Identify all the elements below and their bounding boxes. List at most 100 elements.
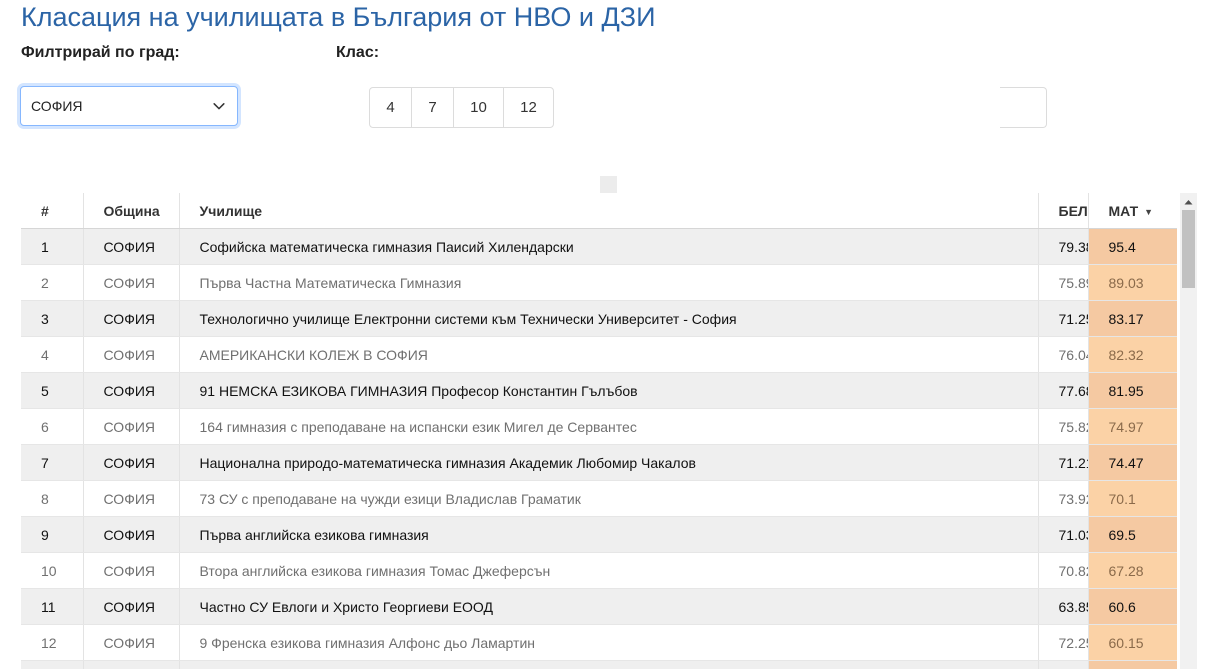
cell-bel: 73.92	[1038, 480, 1089, 517]
cell-municipality: СОФИЯ	[83, 264, 180, 301]
cell-school: 164 гимназия с преподаване на испански е…	[179, 408, 1039, 445]
table-row[interactable]: 4СОФИЯАМЕРИКАНСКИ КОЛЕЖ В СОФИЯ76.0482.3…	[21, 336, 1177, 373]
cell-bel: 72.25	[1038, 624, 1089, 661]
cell-num: 13	[21, 660, 84, 669]
table-row[interactable]: 7 СОФИЯ Национална природо-математическа г…	[21, 444, 1177, 481]
cell-bel: 71.03	[1038, 516, 1089, 553]
cell-mat: 74.47	[1088, 444, 1177, 481]
cell-bel: 79.38	[1038, 228, 1089, 265]
city-filter-label: Филтрирай по град:	[21, 44, 180, 61]
cell-municipality: СОФИЯ	[83, 408, 180, 445]
cell-school: Частно СУ Евлоги и Христо Георгиеви ЕООД	[179, 588, 1039, 625]
grade-button-7[interactable]: 7	[411, 87, 454, 128]
grade-filter-label: Клас:	[336, 44, 380, 61]
page-title: Класация на училищата в България от НВО …	[21, 2, 656, 32]
cell-bel: 77.68	[1038, 372, 1089, 409]
placeholder-square	[600, 176, 617, 193]
table-row[interactable]: 3 СОФИЯ Технологично училище Електронни си…	[21, 300, 1177, 337]
table-row[interactable]: 6 СОФИЯ 164 гимназия с преподаване на испа…	[21, 408, 1177, 445]
cell-bel: 75.82	[1038, 408, 1089, 445]
table-row[interactable]: 13СОФИЯЧастно средно езиково училище Бри…	[21, 660, 1177, 669]
cell-bel: 75.89	[1038, 264, 1089, 301]
cell-bel: 71.21	[1038, 444, 1089, 481]
cell-school: Втора английска езикова гимназия Томас Д…	[179, 552, 1039, 589]
cell-mat: 81.95	[1088, 372, 1177, 409]
scroll-up-arrow-icon[interactable]	[1180, 193, 1197, 210]
cell-num: 5	[21, 372, 84, 409]
cell-school: Първа английска езикова гимназия	[179, 516, 1039, 553]
table-row[interactable]: 5 СОФИЯ 91 НЕМСКА ЕЗИКОВА ГИМНАЗИЯ Професо…	[21, 372, 1177, 409]
city-select-value: СОФИЯ	[31, 98, 83, 114]
cell-num: 8	[21, 480, 84, 517]
cell-bel: 63.85	[1038, 588, 1089, 625]
cell-num: 10	[21, 552, 84, 589]
grade-button-12[interactable]: 12	[503, 87, 554, 128]
grade-button-4[interactable]: 4	[369, 87, 412, 128]
cell-municipality: СОФИЯ	[83, 480, 180, 517]
cell-school: Национална природо-математическа гимнази…	[179, 444, 1039, 481]
cell-mat: 89.03	[1088, 264, 1177, 301]
ranking-table-container: # Община Училище БЕЛ МАТ ▼ 1 СОФИЯ Софийска…	[21, 193, 1177, 669]
cell-municipality: СОФИЯ	[83, 372, 180, 409]
grade-button-10[interactable]: 10	[453, 87, 504, 128]
cell-mat: 83.17	[1088, 300, 1177, 337]
cell-school: 73 СУ с преподаване на чужди езици Влади…	[179, 480, 1039, 517]
table-header-row: # Община Училище БЕЛ МАТ ▼	[21, 193, 1177, 229]
cell-num: 6	[21, 408, 84, 445]
cell-num: 9	[21, 516, 84, 553]
table-row[interactable]: 2 СОФИЯ Първа Частна Математическа Гимнази…	[21, 264, 1177, 301]
cell-num: 7	[21, 444, 84, 481]
cell-mat: 95.4	[1088, 228, 1177, 265]
header-school[interactable]: Училище	[179, 193, 1039, 229]
cell-school: АМЕРИКАНСКИ КОЛЕЖ В СОФИЯ	[179, 336, 1039, 373]
cell-school: 9 Френска езикова гимназия Алфонс дьо Ла…	[179, 624, 1039, 661]
sort-down-icon: ▼	[1144, 206, 1154, 217]
cell-num: 2	[21, 264, 84, 301]
cell-num: 1	[21, 228, 84, 265]
cell-municipality: СОФИЯ	[83, 552, 180, 589]
table-row[interactable]: 11 СОФИЯ Частно СУ Евлоги и Христо Георгие…	[21, 588, 1177, 625]
cell-school: Частно средно езиково училище Британика	[179, 660, 1039, 669]
cell-bel: 71.25	[1038, 300, 1089, 337]
table-row[interactable]: 10 СОФИЯ Втора английска езикова гимназия …	[21, 552, 1177, 589]
cell-bel: 66.78	[1038, 660, 1089, 669]
grade-button-group: 4 7 10 12	[369, 87, 554, 128]
cell-mat: 60.15	[1088, 624, 1177, 661]
scrollbar-thumb[interactable]	[1182, 210, 1195, 288]
table-row[interactable]: 9 СОФИЯ Първа английска езикова гимназия 71…	[21, 516, 1177, 553]
header-bel[interactable]: БЕЛ	[1038, 193, 1089, 229]
cell-municipality: СОФИЯ	[83, 336, 180, 373]
cell-bel: 76.04	[1038, 336, 1089, 373]
cell-school: 91 НЕМСКА ЕЗИКОВА ГИМНАЗИЯ Професор Конс…	[179, 372, 1039, 409]
cell-num: 12	[21, 624, 84, 661]
cell-municipality: СОФИЯ	[83, 444, 180, 481]
header-municipality[interactable]: Община	[83, 193, 180, 229]
cell-bel: 70.82	[1038, 552, 1089, 589]
cell-num: 11	[21, 588, 84, 625]
cell-school: Технологично училище Електронни системи …	[179, 300, 1039, 337]
table-row[interactable]: 12 СОФИЯ 9 Френска езикова гимназия Алфонс…	[21, 624, 1177, 661]
cell-school: Първа Частна Математическа Гимназия	[179, 264, 1039, 301]
empty-input-box[interactable]	[1000, 87, 1047, 128]
chevron-down-icon	[213, 103, 225, 110]
cell-municipality: СОФИЯ	[83, 228, 180, 265]
cell-mat: 82.32	[1088, 336, 1177, 373]
ranking-table: # Община Училище БЕЛ МАТ ▼ 1 СОФИЯ Софийска…	[21, 193, 1177, 669]
header-num[interactable]: #	[21, 193, 84, 229]
cell-mat: 69.5	[1088, 516, 1177, 553]
vertical-scrollbar[interactable]	[1180, 193, 1197, 669]
cell-mat: 70.1	[1088, 480, 1177, 517]
cell-municipality: СОФИЯ	[83, 660, 180, 669]
table-row[interactable]: 1 СОФИЯ Софийска математическа гимназия Па…	[21, 228, 1177, 265]
cell-num: 3	[21, 300, 84, 337]
city-select[interactable]: СОФИЯ	[20, 86, 238, 126]
cell-mat: 67.28	[1088, 552, 1177, 589]
cell-municipality: СОФИЯ	[83, 300, 180, 337]
cell-num: 4	[21, 336, 84, 373]
cell-municipality: СОФИЯ	[83, 516, 180, 553]
header-mat[interactable]: МАТ ▼	[1088, 193, 1177, 229]
cell-municipality: СОФИЯ	[83, 624, 180, 661]
cell-school: Софийска математическа гимназия Паисий Х…	[179, 228, 1039, 265]
table-row[interactable]: 8 СОФИЯ 73 СУ с преподаване на чужди езици…	[21, 480, 1177, 517]
cell-mat: 74.97	[1088, 408, 1177, 445]
